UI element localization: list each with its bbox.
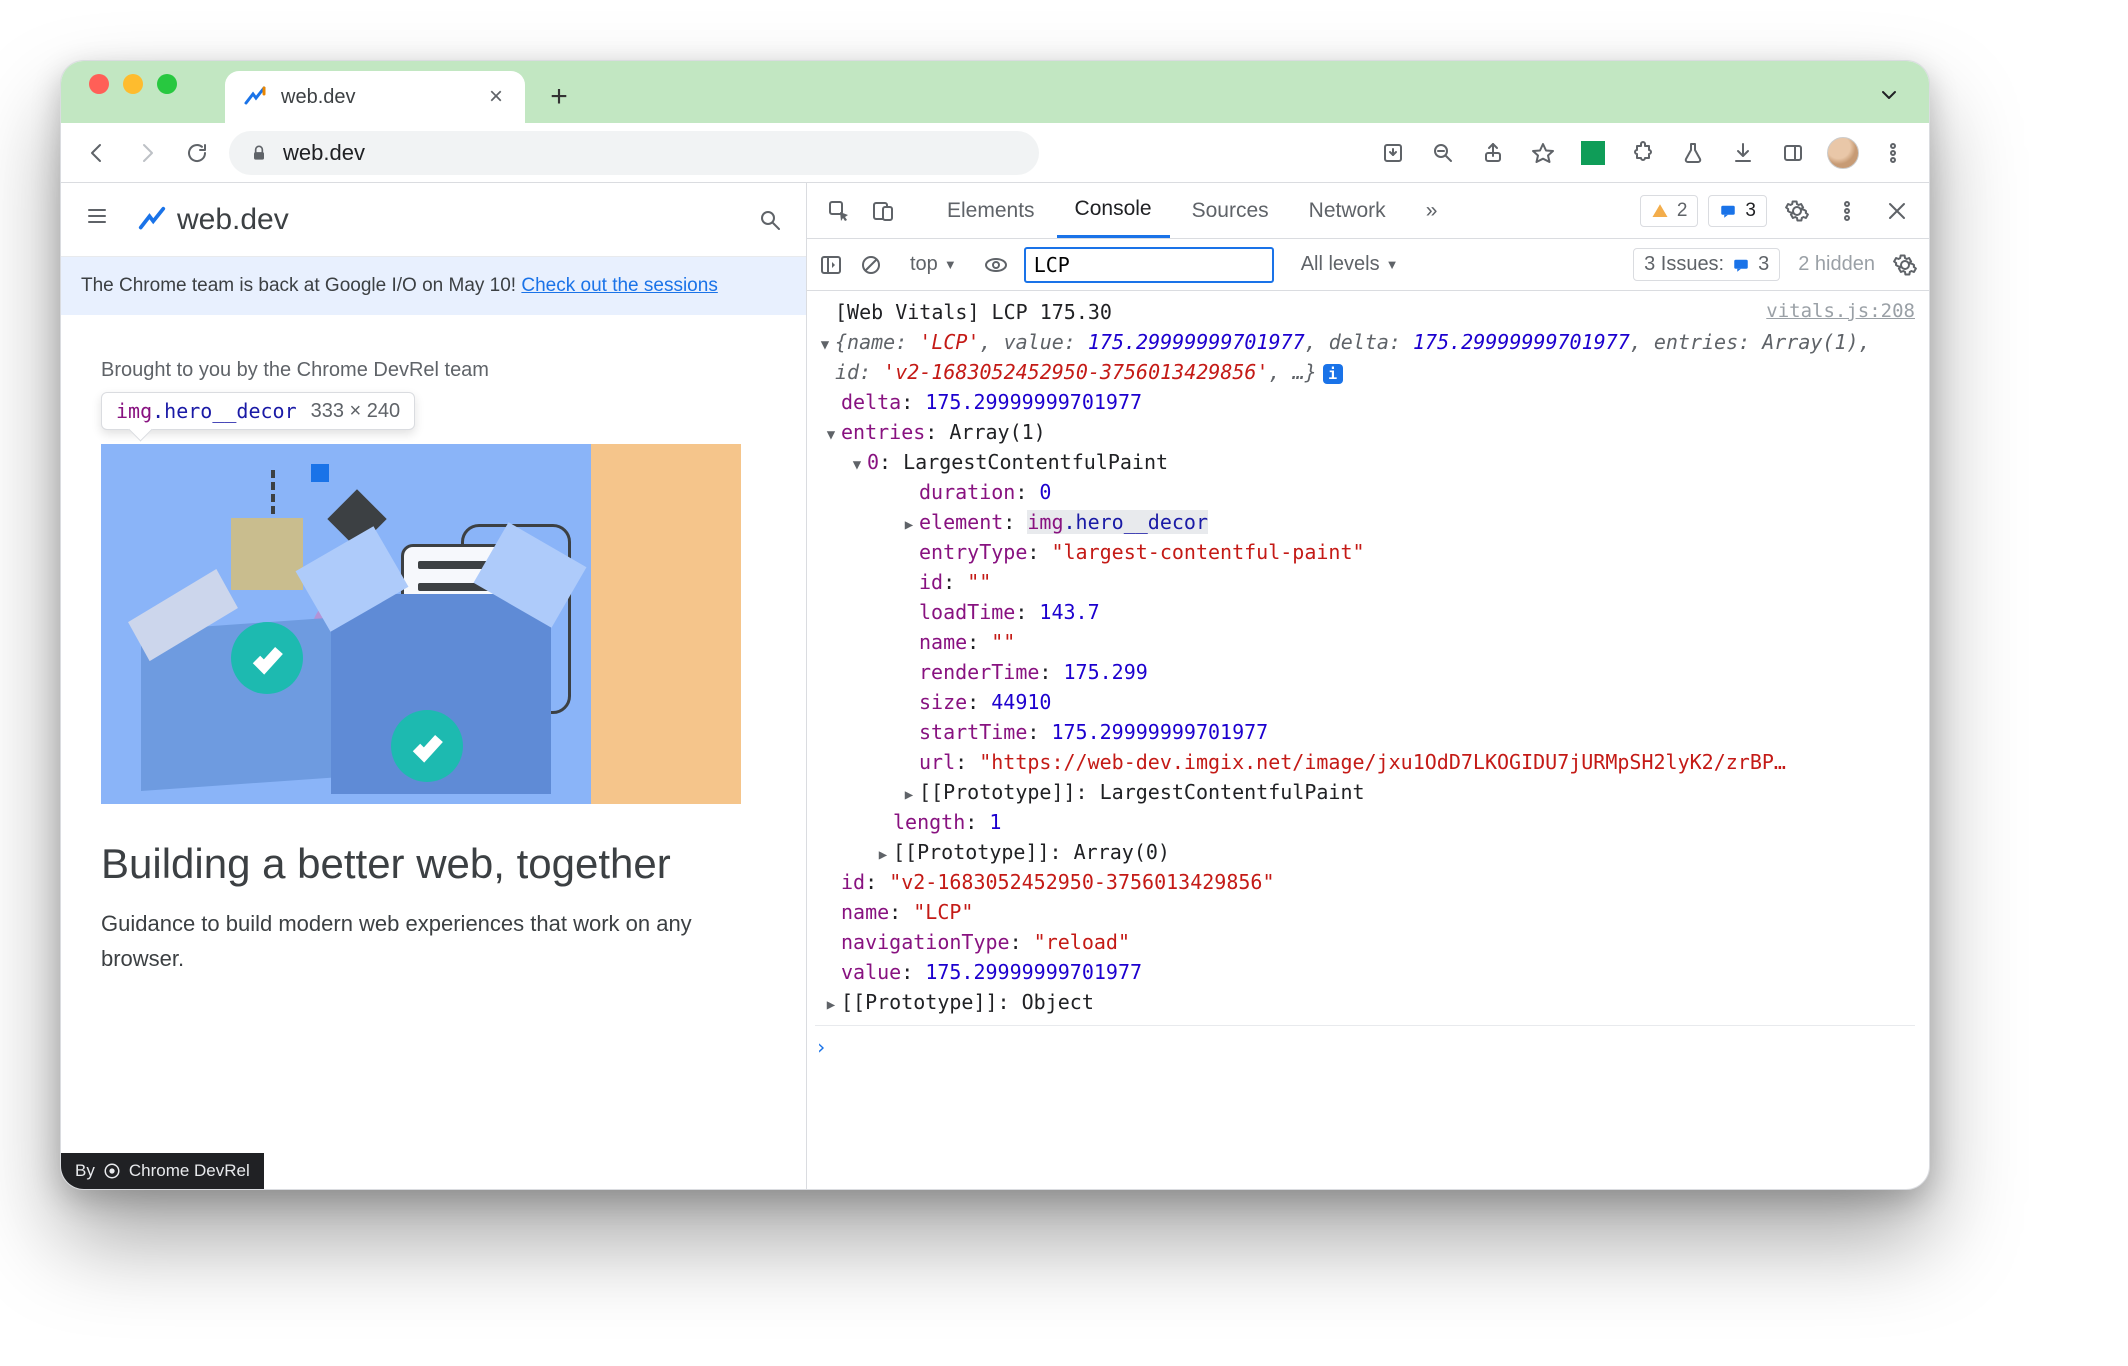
inspect-element-icon[interactable] [819,191,859,231]
inspect-selector: img.hero__decor [116,399,297,423]
page-heading: Building a better web, together [101,840,766,888]
filter-text[interactable] [1034,253,1289,277]
hero-subtitle: Brought to you by the Chrome DevRel team [101,359,766,382]
window-controls [89,61,225,123]
menu-icon[interactable] [85,204,117,236]
log-line: [Web Vitals] LCP 175.30 [835,297,1112,327]
inspect-dimensions: 333 × 240 [311,400,401,423]
browser-tab[interactable]: web.dev × [225,71,525,123]
tabs-menu-icon[interactable] [1877,83,1901,107]
device-toolbar-icon[interactable] [863,191,903,231]
console-sidebar-toggle-icon[interactable] [819,253,843,277]
url-text: web.dev [283,140,365,166]
context-selector[interactable]: top ▼ [899,248,968,281]
messages-badge[interactable]: 3 [1708,195,1767,227]
traffic-maximize[interactable] [157,74,177,94]
console-settings-icon[interactable] [1893,253,1917,277]
tab-close-icon[interactable]: × [485,83,507,111]
new-tab-button[interactable]: + [537,75,581,119]
devtools-close-icon[interactable] [1877,191,1917,231]
lock-icon [249,143,269,163]
issues-badge[interactable]: 3 Issues: 3 [1633,248,1780,281]
chrome-icon [103,1162,121,1180]
reload-button[interactable] [179,135,215,171]
site-logo[interactable]: web.dev [137,203,289,237]
console-prompt[interactable]: › [815,1025,1915,1062]
bookmark-star-icon[interactable] [1525,135,1561,171]
banner-link[interactable]: Check out the sessions [521,275,717,296]
log-levels-selector[interactable]: All levels ▼ [1290,248,1410,281]
downloads-icon[interactable] [1725,135,1761,171]
tab-console[interactable]: Console [1057,183,1170,238]
info-icon[interactable]: i [1323,364,1343,384]
zoom-out-icon[interactable] [1425,135,1461,171]
live-expression-icon[interactable] [984,253,1008,277]
element-reference[interactable]: img.hero__decor [1027,510,1208,534]
share-icon[interactable] [1475,135,1511,171]
page-lead: Guidance to build modern web experiences… [101,906,766,976]
forward-button[interactable] [129,135,165,171]
element-inspect-tooltip: img.hero__decor 333 × 240 [101,392,415,430]
banner-text: The Chrome team is back at Google I/O on… [81,275,521,296]
extension-square-icon[interactable] [1575,135,1611,171]
side-panel-icon[interactable] [1775,135,1811,171]
source-link[interactable]: vitals.js:208 [1766,297,1915,326]
hero-image [101,444,741,804]
devtools-settings-icon[interactable] [1777,191,1817,231]
content-split: web.dev The Chrome team is back at Googl… [61,183,1929,1189]
install-app-icon[interactable] [1375,135,1411,171]
toolbar: web.dev [61,123,1929,183]
hidden-count[interactable]: 2 hidden [1798,253,1875,276]
tab-network[interactable]: Network [1291,183,1404,238]
site-header: web.dev [61,183,806,257]
profile-avatar[interactable] [1825,135,1861,171]
tab-favicon [243,85,267,109]
devrel-badge[interactable]: By Chrome DevRel [61,1153,264,1189]
devtools-tabbar: Elements Console Sources Network » 2 3 [807,183,1929,239]
console-output[interactable]: vitals.js:208 [Web Vitals] LCP 175.30 {n… [807,291,1929,1189]
tabs-overflow-icon[interactable]: » [1408,183,1456,238]
tab-elements[interactable]: Elements [929,183,1053,238]
traffic-close[interactable] [89,74,109,94]
tab-strip: web.dev × + [61,61,1929,123]
devtools-menu-icon[interactable] [1827,191,1867,231]
overflow-menu-icon[interactable] [1875,135,1911,171]
webdev-logo-icon [137,205,167,235]
back-button[interactable] [79,135,115,171]
extensions-puzzle-icon[interactable] [1625,135,1661,171]
console-filter-input[interactable] [1024,247,1274,283]
devtools-pane: Elements Console Sources Network » 2 3 t… [807,183,1929,1189]
address-bar[interactable]: web.dev [229,131,1039,175]
object-summary[interactable]: {name: 'LCP', value: 175.29999999701977,… [835,327,1915,387]
warnings-badge[interactable]: 2 [1640,195,1699,227]
browser-window: web.dev × + web.dev [60,60,1930,1190]
traffic-minimize[interactable] [123,74,143,94]
experiments-flask-icon[interactable] [1675,135,1711,171]
console-toolbar: top ▼ All levels ▼ 3 Issues: 3 2 hidden [807,239,1929,291]
tab-title: web.dev [281,86,356,109]
announcement-banner: The Chrome team is back at Google I/O on… [61,257,806,315]
page-pane: web.dev The Chrome team is back at Googl… [61,183,807,1189]
clear-console-icon[interactable] [859,253,883,277]
tab-sources[interactable]: Sources [1174,183,1287,238]
search-button[interactable] [758,208,782,232]
site-logo-text: web.dev [177,203,289,237]
